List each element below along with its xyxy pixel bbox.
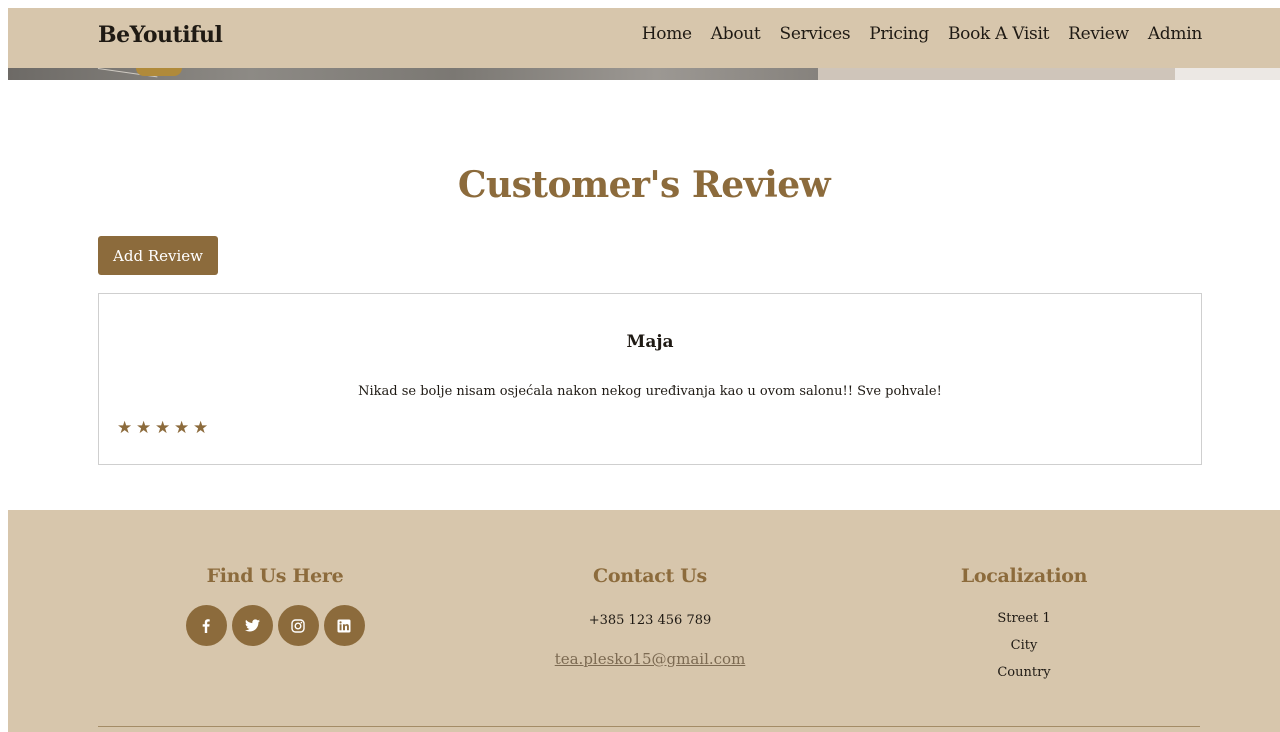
footer-localization-heading: Localization <box>874 565 1174 587</box>
star-rating: ★ ★ ★ ★ ★ <box>117 420 209 436</box>
brand-logo[interactable]: BeYoutiful <box>98 22 222 48</box>
localization-street: Street 1 <box>874 605 1174 632</box>
twitter-icon <box>245 619 260 632</box>
instagram-icon <box>291 619 305 633</box>
hero-image-lighter <box>1175 68 1280 80</box>
footer-contact-heading: Contact Us <box>500 565 800 587</box>
page-title: Customer's Review <box>8 164 1280 206</box>
hero-image-light <box>818 68 1175 80</box>
nav-link-services[interactable]: Services <box>779 24 850 44</box>
footer: Find Us Here <box>8 510 1280 732</box>
star-icon: ★ <box>174 420 190 436</box>
nav-links: Home About Services Pricing Book A Visit… <box>642 24 1202 44</box>
star-icon: ★ <box>155 420 171 436</box>
localization-country: Country <box>874 659 1174 686</box>
linkedin-link[interactable] <box>324 605 365 646</box>
facebook-icon <box>199 619 213 633</box>
review-card: Maja Nikad se bolje nisam osjećala nakon… <box>98 293 1202 465</box>
localization-city: City <box>874 632 1174 659</box>
nav-link-home[interactable]: Home <box>642 24 692 44</box>
nav-link-review[interactable]: Review <box>1068 24 1129 44</box>
review-text: Nikad se bolje nisam osjećala nakon neko… <box>99 384 1201 399</box>
linkedin-icon <box>337 619 351 633</box>
footer-find-us-heading: Find Us Here <box>125 565 425 587</box>
navbar: BeYoutiful Home About Services Pricing B… <box>8 8 1280 68</box>
star-icon: ★ <box>136 420 152 436</box>
star-icon: ★ <box>193 420 209 436</box>
footer-find-us: Find Us Here <box>125 565 425 646</box>
review-author-name: Maja <box>99 332 1201 352</box>
star-icon: ★ <box>117 420 133 436</box>
social-links <box>125 605 425 646</box>
hero-image-strip <box>8 68 1280 80</box>
nav-link-book-a-visit[interactable]: Book A Visit <box>948 24 1049 44</box>
instagram-link[interactable] <box>278 605 319 646</box>
contact-phone: +385 123 456 789 <box>500 613 800 628</box>
page-frame: BeYoutiful Home About Services Pricing B… <box>8 8 1280 732</box>
nav-link-pricing[interactable]: Pricing <box>869 24 929 44</box>
contact-email-link[interactable]: tea.plesko15@gmail.com <box>555 650 746 668</box>
nav-link-about[interactable]: About <box>711 24 761 44</box>
hero-image-gold-ornament <box>136 68 182 76</box>
add-review-button[interactable]: Add Review <box>98 236 218 275</box>
hero-image-dark <box>8 68 818 80</box>
footer-contact: Contact Us +385 123 456 789 tea.plesko15… <box>500 565 800 668</box>
facebook-link[interactable] <box>186 605 227 646</box>
footer-divider <box>98 726 1200 727</box>
twitter-link[interactable] <box>232 605 273 646</box>
footer-localization: Localization Street 1 City Country <box>874 565 1174 686</box>
nav-link-admin[interactable]: Admin <box>1148 24 1202 44</box>
